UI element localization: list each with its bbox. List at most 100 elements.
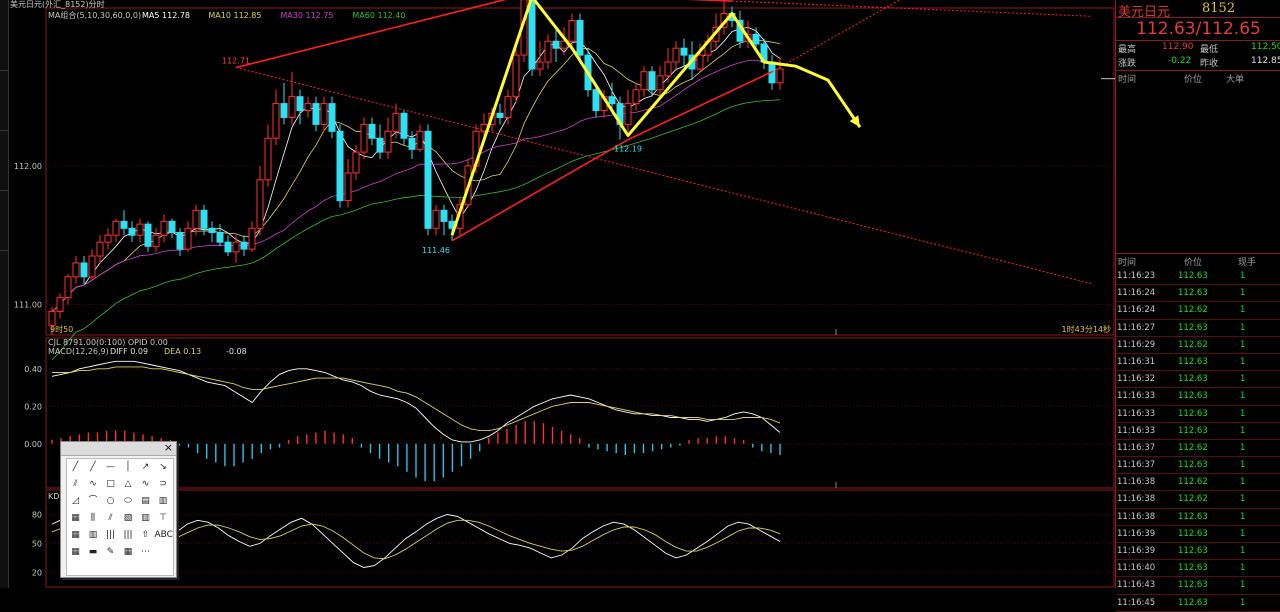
candle-body	[649, 72, 655, 90]
tick-volume: 1	[1240, 460, 1245, 470]
tick-time: 11:16:37	[1117, 460, 1155, 470]
drawing-tool-button[interactable]: ▤	[137, 493, 154, 510]
drawing-tool-button[interactable]: ▬	[85, 544, 102, 561]
tick-price: 112.63	[1178, 460, 1208, 470]
tick-time: 11:16:24	[1117, 305, 1155, 315]
candle-body	[673, 48, 679, 62]
window-title: 美元日元(外汇_8152)分时	[10, 0, 105, 9]
drawing-tool-button[interactable]: ▦	[120, 544, 137, 561]
price-label: 112.19	[614, 145, 642, 154]
tick-price: 112.63	[1178, 409, 1208, 419]
tick-price: 112.63	[1178, 563, 1208, 573]
tick-volume: 1	[1240, 288, 1245, 298]
tick-row: 11:16:33112.631	[1116, 388, 1280, 405]
drawing-tool-button[interactable]: ▧	[120, 510, 137, 527]
tick-volume: 1	[1240, 494, 1245, 504]
quote-panel: 美元日元 8152 112.63/112.65 最高 112.90 最低 112…	[1115, 0, 1280, 588]
drawing-tool-button[interactable]: ⌒	[85, 493, 102, 510]
candle-body	[289, 97, 295, 118]
cjl-label: CJL 8791.00(0:100) OPID 0.00	[48, 338, 168, 347]
candle-body	[73, 263, 79, 277]
tick-volume: 1	[1240, 271, 1245, 281]
drawing-tool-button[interactable]: ▥	[155, 493, 172, 510]
drawing-tool-button[interactable]: ↘	[155, 459, 172, 476]
y-tick-label: 111.00	[14, 301, 42, 310]
tick-volume: 1	[1240, 512, 1245, 522]
tick-list[interactable]: 11:16:23112.63111:16:24112.63111:16:2411…	[1116, 268, 1280, 612]
drawing-tool-button[interactable]: ▥	[137, 510, 154, 527]
candle-body	[161, 221, 167, 235]
drawing-tool-button[interactable]: ∿	[137, 476, 154, 493]
tick-row: 11:16:31112.631	[1116, 354, 1280, 371]
drawing-tool-button[interactable]: □	[102, 476, 119, 493]
candle-body	[537, 62, 543, 69]
candle-body	[393, 113, 399, 131]
side-tab-4[interactable]	[0, 190, 8, 251]
drawing-tool-button[interactable]: ╱	[85, 459, 102, 476]
drawing-tool-button[interactable]: |||	[120, 527, 137, 544]
drawing-tool-button[interactable]: ◿	[67, 493, 84, 510]
stat-change-label: 涨跌	[1118, 56, 1136, 69]
tick-price: 112.63	[1178, 391, 1208, 401]
toolbox-titlebar[interactable]: ×	[61, 442, 176, 456]
drawing-tool-button[interactable]: |||	[102, 527, 119, 544]
candle-body	[201, 210, 207, 228]
drawing-tool-button[interactable]: ⫼	[85, 510, 102, 527]
candle-body	[257, 180, 263, 228]
close-icon[interactable]: ×	[164, 441, 173, 454]
tick-price: 112.62	[1178, 494, 1208, 504]
drawing-tool-button[interactable]: ▦	[67, 527, 84, 544]
drawing-tool-button[interactable]: ⋯	[137, 544, 154, 561]
tick-row: 11:16:24112.621	[1116, 302, 1280, 319]
side-tab-2[interactable]	[0, 70, 8, 131]
drawing-tool-button[interactable]: ⫽	[67, 476, 84, 493]
kdj-y-tick: 50	[32, 539, 42, 548]
macd-y-tick: 0.00	[24, 440, 42, 449]
drawing-tool-button[interactable]: ╱	[67, 459, 84, 476]
drawing-tool-button[interactable]: ⊤	[155, 510, 172, 527]
drawing-tool-button[interactable]: ⫽	[102, 510, 119, 527]
drawing-tool-button[interactable]: ∿	[85, 476, 102, 493]
tick-volume: 1	[1240, 409, 1245, 419]
macd-diff-line	[52, 361, 780, 442]
big-orders-time-label: 时间	[1118, 72, 1136, 85]
candle-body	[193, 210, 199, 228]
drawing-tool-button[interactable]: ↗	[137, 459, 154, 476]
drawing-tool-button[interactable]: ▥	[85, 527, 102, 544]
tick-time: 11:16:33	[1117, 409, 1155, 419]
drawing-tool-button[interactable]: △	[120, 476, 137, 493]
trend-line	[772, 0, 932, 72]
tick-price: 112.63	[1178, 374, 1208, 384]
bid-ask-price: 112.63/112.65	[1116, 17, 1280, 41]
drawing-tool-button[interactable]: ⬭	[120, 493, 137, 510]
drawing-tool-button[interactable]: ▦	[67, 510, 84, 527]
candle-body	[345, 173, 351, 201]
candle-body	[569, 20, 575, 41]
drawing-tool-button[interactable]: │	[120, 459, 137, 476]
tick-price: 112.63	[1178, 598, 1208, 608]
side-tab-3[interactable]	[0, 130, 8, 191]
side-tab-1[interactable]	[0, 10, 8, 71]
kdj-y-tick: 20	[32, 568, 42, 577]
drawing-tool-button[interactable]: ○	[102, 493, 119, 510]
drawing-tool-button[interactable]: —	[102, 459, 119, 476]
tick-row: 11:16:39112.631	[1116, 543, 1280, 560]
candle-body	[497, 113, 503, 117]
drawing-tool-button[interactable]: ⊃	[155, 476, 172, 493]
ticks-time-label: 时间	[1118, 255, 1136, 268]
candle-body	[505, 97, 511, 118]
candle-body	[97, 242, 103, 256]
drawing-tool-button[interactable]: ABC	[155, 527, 172, 544]
big-orders-price-label: 价位	[1184, 72, 1202, 85]
drawing-toolbox[interactable]: × ╱╱—│↗↘⫽∿□△∿⊃◿⌒○⬭▤▥▦⫼⫽▧▥⊤▦▥||||||⇧ABC▦▬…	[60, 441, 177, 578]
candle-body	[145, 224, 151, 246]
ticks-price-label: 价位	[1184, 255, 1202, 268]
tick-time: 11:16:43	[1117, 580, 1155, 590]
candle-body	[513, 55, 519, 97]
drawing-tool-button[interactable]: ⇧	[137, 527, 154, 544]
drawing-tool-button[interactable]: ▦	[67, 544, 84, 561]
drawing-tool-button[interactable]: ✎	[102, 544, 119, 561]
tick-time: 11:16:45	[1117, 598, 1155, 608]
macd-dea-line	[52, 367, 780, 431]
candle-body	[281, 104, 287, 118]
